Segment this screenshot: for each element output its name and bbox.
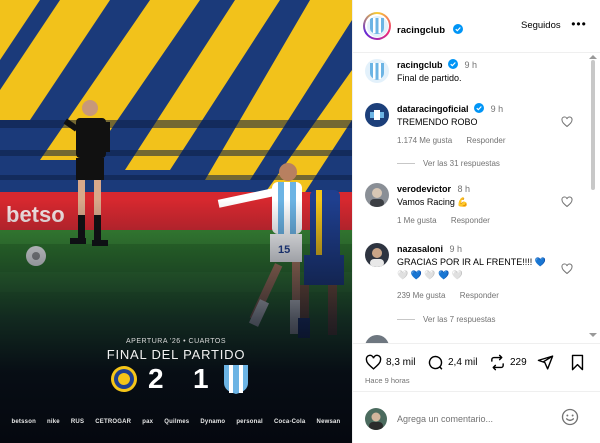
comment-icon	[428, 355, 443, 370]
sponsor-logo: CETROGAR	[95, 419, 132, 425]
post-header: racingclub Seguidos •••	[353, 0, 600, 53]
score-row: 2 1	[0, 363, 352, 397]
verified-icon	[452, 24, 463, 34]
author-username[interactable]: racingclub	[397, 25, 445, 36]
likes-count: 8,3 mil	[386, 357, 416, 368]
save-button[interactable]	[569, 354, 590, 371]
author-avatar[interactable]	[365, 59, 389, 83]
comment-text: GRACIAS POR IR AL FRENTE!!!! 💙	[397, 257, 546, 267]
heart-icon[interactable]	[561, 263, 573, 275]
post-details-panel: racingclub Seguidos ••• racingclub 9 h F…	[352, 0, 600, 443]
comment-likes[interactable]: 239 Me gusta	[397, 291, 445, 300]
comment-likes[interactable]: 1.174 Me gusta	[397, 136, 452, 145]
reply-button[interactable]: Responder	[466, 136, 505, 145]
post-image[interactable]: betso Bets Bets	[0, 0, 352, 443]
author-avatar[interactable]	[363, 12, 391, 40]
sponsor-logo: Dynamo	[200, 419, 226, 425]
share-icon	[537, 355, 554, 370]
commenter-avatar[interactable]	[365, 335, 389, 343]
comment-text: Vamos Racing 💪	[397, 197, 469, 207]
view-replies-button[interactable]: Ver las 7 respuestas	[397, 315, 495, 324]
heart-icon[interactable]	[561, 196, 573, 208]
emoji-icon	[561, 408, 579, 426]
share-button[interactable]	[537, 354, 558, 371]
commenter-avatar[interactable]	[365, 243, 389, 267]
sponsor-logo: Coca-Cola	[273, 419, 306, 425]
action-bar: 8,3 mil 2,4 mil 229 Hace 9 horas	[353, 343, 600, 391]
comment-time: 9 h	[449, 244, 463, 254]
reply-button[interactable]: Responder	[451, 216, 490, 225]
commenter-avatar[interactable]	[365, 183, 389, 207]
sponsor-logo: nike	[47, 419, 60, 425]
repost-button[interactable]: 229	[489, 354, 527, 371]
comment-username[interactable]: nazasaloni	[397, 244, 443, 254]
scroll-up-arrow[interactable]	[589, 55, 597, 59]
sponsor-logo: Quilmes	[164, 419, 190, 425]
dataracing-avatar-icon	[365, 103, 389, 127]
comments-scrollbar[interactable]	[591, 60, 595, 190]
comment-likes[interactable]: 1 Me gusta	[397, 216, 437, 225]
emoji-button[interactable]	[560, 408, 580, 428]
comment-input[interactable]	[397, 411, 557, 427]
sponsor-logo: RUS	[70, 419, 85, 425]
current-user-avatar[interactable]	[365, 408, 387, 430]
caption-text: Final de partido.	[397, 73, 462, 83]
sponsor-logo: betsson	[11, 419, 36, 425]
verified-icon	[448, 59, 459, 69]
commenter-avatar[interactable]	[365, 103, 389, 127]
heart-icon	[365, 354, 382, 370]
caption-username[interactable]: racingclub	[397, 60, 443, 70]
comments-count: 2,4 mil	[448, 357, 478, 368]
racing-club-crest-icon	[365, 59, 389, 83]
scoreboard: APERTURA '26 • CUARTOS FINAL DEL PARTIDO	[0, 338, 352, 362]
home-goals: 2	[148, 363, 164, 394]
comment-time: 8 h	[457, 184, 471, 194]
comment-time: 9 h	[490, 104, 504, 114]
verified-icon	[474, 103, 485, 113]
sponsor-logo: pax	[142, 419, 154, 425]
sponsor-logo: Newsan	[316, 419, 341, 425]
user-avatar-icon	[365, 408, 387, 430]
comment-button[interactable]: 2,4 mil	[427, 354, 477, 371]
view-replies-label: Ver las 31 respuestas	[423, 159, 500, 168]
user-avatar-icon	[365, 335, 389, 343]
rosario-central-crest-icon	[111, 366, 137, 392]
heart-icon[interactable]	[561, 116, 573, 128]
match-round: APERTURA '26 • CUARTOS	[126, 338, 226, 345]
scroll-down-arrow[interactable]	[589, 333, 597, 337]
sponsor-logo: personal	[236, 419, 263, 425]
comment-composer	[353, 391, 600, 443]
racing-club-crest-icon	[370, 18, 384, 34]
comments-list[interactable]: racingclub 9 h Final de partido. datarac…	[353, 53, 600, 343]
reply-button[interactable]: Responder	[460, 291, 499, 300]
more-options-button[interactable]: •••	[569, 14, 589, 34]
racing-club-crest-icon	[224, 365, 248, 394]
user-avatar-icon	[365, 243, 389, 267]
user-avatar-icon	[365, 183, 389, 207]
view-replies-button[interactable]: Ver las 31 respuestas	[397, 159, 500, 168]
bookmark-icon	[571, 354, 584, 371]
following-button[interactable]: Seguidos	[521, 20, 561, 31]
comment-username[interactable]: verodevictor	[397, 184, 451, 194]
view-replies-label: Ver las 7 respuestas	[423, 315, 496, 324]
repost-icon	[491, 354, 504, 371]
caption-time: 9 h	[464, 60, 478, 70]
result-title: FINAL DEL PARTIDO	[106, 347, 246, 362]
comment-text: TREMENDO ROBO	[397, 117, 478, 127]
comment-username[interactable]: dataracingoficial	[397, 104, 469, 114]
reposts-count: 229	[510, 357, 527, 368]
like-button[interactable]: 8,3 mil	[365, 354, 415, 371]
away-goals: 1	[193, 363, 209, 394]
post-timestamp: Hace 9 horas	[365, 376, 410, 385]
sponsor-bar: betsson nike RUS CETROGAR pax Quilmes Dy…	[0, 414, 352, 430]
comment-text-hearts: 🤍 💙 🤍 💙 🤍	[397, 270, 464, 280]
